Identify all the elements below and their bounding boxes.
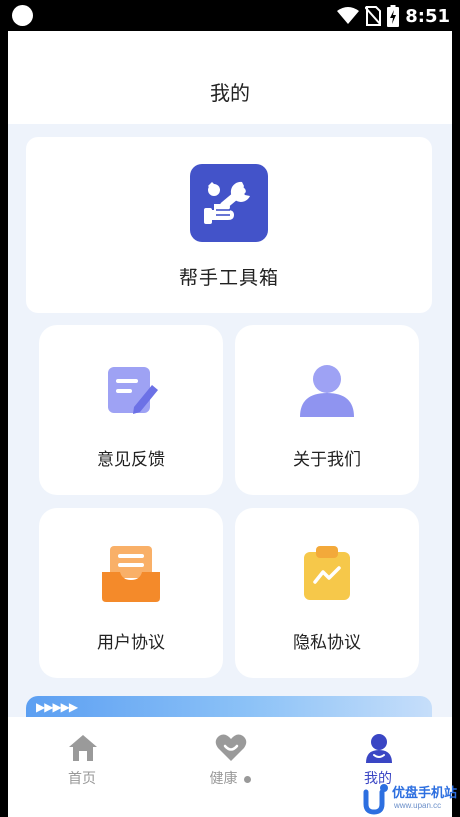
tab-label: 首页 [68, 770, 96, 786]
app-screen: 我的 帮手工具箱 意见反馈 关于我们 用户协议 隐私协议 ▶▶▶▶▶ 首页 健康… [8, 31, 452, 817]
status-time: 8:51 [405, 5, 450, 27]
tile-about-us[interactable]: 关于我们 [235, 325, 419, 495]
watermark: 优盘手机站 www.upan.cc [358, 780, 460, 817]
wrench-hand-icon [190, 164, 268, 242]
tile-user-agreement[interactable]: 用户协议 [39, 508, 223, 678]
tile-feedback[interactable]: 意见反馈 [39, 325, 223, 495]
tile-label: 关于我们 [293, 450, 361, 469]
home-icon [67, 733, 99, 763]
tab-home[interactable]: 首页 [8, 717, 156, 817]
tile-label: 用户协议 [97, 633, 165, 652]
battery-charging-icon [387, 5, 400, 27]
badge-dot [243, 775, 251, 783]
heart-smile-icon [215, 733, 247, 763]
watermark-logo-icon [363, 784, 388, 815]
wifi-icon [337, 7, 360, 24]
tab-label: 健康 [209, 770, 238, 786]
tab-health[interactable]: 健康 [156, 717, 304, 817]
page-title: 我的 [210, 83, 250, 105]
feedback-edit-icon [100, 359, 162, 421]
status-icons: 8:51 [337, 4, 450, 28]
banner-arrows: ▶▶▶▶▶ [36, 700, 78, 714]
clipboard-chart-icon [296, 542, 358, 604]
page-header: 我的 [8, 31, 452, 124]
no-sim-icon [365, 6, 382, 26]
user-profile-icon [296, 359, 358, 421]
profile-icon [363, 733, 395, 763]
status-bar: 8:51 [0, 0, 460, 31]
toolbox-label: 帮手工具箱 [178, 268, 279, 289]
watermark-url: www.upan.cc [394, 801, 442, 810]
tile-label: 隐私协议 [293, 633, 361, 652]
tile-privacy-policy[interactable]: 隐私协议 [235, 508, 419, 678]
toolbox-card[interactable]: 帮手工具箱 [26, 137, 432, 313]
watermark-text: 优盘手机站 [392, 785, 458, 800]
tab-label-wrap: 健康 [156, 768, 304, 788]
notification-dot-icon [12, 5, 33, 26]
document-tray-icon [100, 542, 162, 604]
tile-label: 意见反馈 [97, 450, 165, 469]
